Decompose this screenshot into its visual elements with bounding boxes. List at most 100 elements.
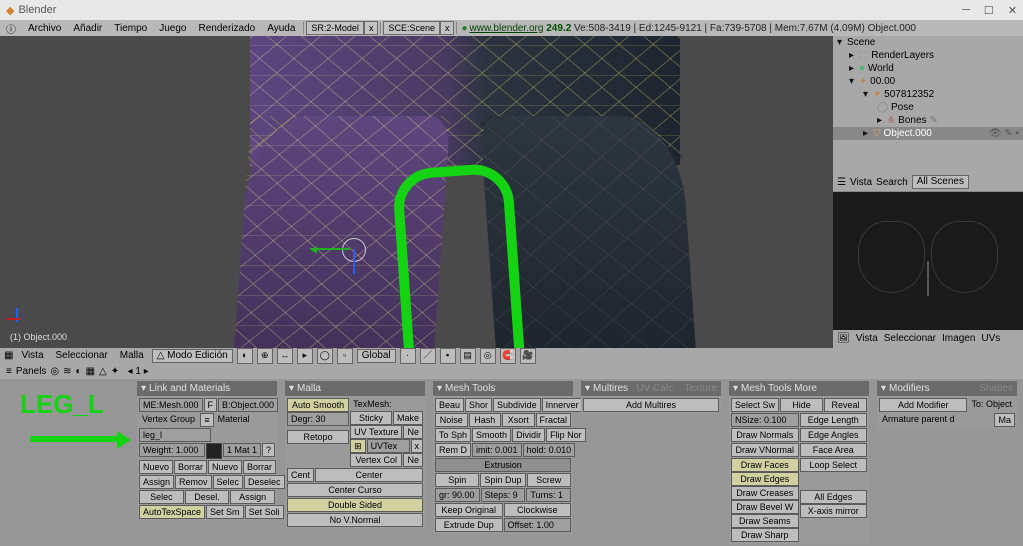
scene-close[interactable]: x (440, 21, 455, 35)
menu-file[interactable]: Archivo (22, 23, 67, 34)
edge-length[interactable]: Edge Length (800, 413, 868, 427)
draw-normals[interactable]: Draw Normals (731, 428, 799, 442)
manipulator[interactable] (330, 226, 380, 276)
turns[interactable]: Turns: 1 (526, 488, 571, 502)
hide[interactable]: Hide (780, 398, 823, 412)
spin[interactable]: Spin (435, 473, 479, 487)
clockwise[interactable]: Clockwise (504, 503, 572, 517)
menu-add[interactable]: Añadir (67, 23, 108, 34)
outliner-object000[interactable]: Object.000 (883, 128, 931, 139)
vcol-new[interactable]: Ne (403, 453, 423, 467)
degr[interactable]: Degr: 30 (287, 412, 349, 426)
ctx-logic-icon[interactable]: ◎ (50, 366, 59, 377)
make-real[interactable]: Ma (994, 413, 1015, 427)
outliner[interactable]: ▾Scene ▸⬚ RenderLayers ▸● World ▾✦ 00.00… (833, 36, 1023, 173)
double-sided[interactable]: Double Sided (287, 498, 423, 512)
autotexspace[interactable]: AutoTexSpace (139, 505, 205, 519)
add-modifier[interactable]: Add Modifier (879, 398, 967, 412)
3d-viewport[interactable]: (1) Object.000 (0, 36, 833, 348)
spindup[interactable]: Spin Dup (480, 473, 525, 487)
outliner-bones[interactable]: Bones (898, 115, 926, 126)
object-name[interactable]: B:Object.000 (218, 398, 278, 412)
extrude-dup[interactable]: Extrude Dup (435, 518, 503, 532)
face-area[interactable]: Face Area (800, 443, 868, 457)
sel-vert-icon[interactable]: · (400, 348, 416, 364)
tosphere[interactable]: To Sph (435, 428, 471, 442)
noise[interactable]: Noise (435, 413, 468, 427)
mat-select[interactable]: Selec (213, 475, 244, 489)
uvtex-new[interactable]: Ne (403, 425, 423, 439)
loop-select[interactable]: Loop Select (800, 458, 868, 472)
screen-selector[interactable]: SR:2-Model (306, 21, 364, 35)
mat-new[interactable]: Nuevo (208, 460, 242, 474)
add-multires[interactable]: Add Multires (583, 398, 719, 412)
sel-face-icon[interactable]: ▪ (440, 348, 456, 364)
snap-icon[interactable]: 🧲 (500, 348, 516, 364)
tab-shapes[interactable]: Shapes (979, 383, 1013, 394)
extrusion-label[interactable]: Extrusion (435, 458, 571, 472)
occlude-icon[interactable]: ▤ (460, 348, 476, 364)
uvtex-active[interactable]: ⊞ (350, 439, 366, 453)
outliner-renderlayers[interactable]: RenderLayers (871, 50, 934, 61)
steps[interactable]: Steps: 9 (481, 488, 526, 502)
outliner-armature[interactable]: 00.00 (870, 76, 895, 87)
frame-field[interactable]: ◂ 1 ▸ (123, 366, 153, 377)
draw-faces[interactable]: Draw Faces (731, 458, 799, 472)
sel-edge-icon[interactable]: ／ (420, 348, 436, 364)
ctx-object-icon[interactable]: ▦ (86, 366, 95, 377)
draw-seams[interactable]: Draw Seams (731, 514, 799, 528)
outliner-search[interactable]: Search (876, 177, 908, 188)
tab-texture[interactable]: Texture (684, 383, 717, 394)
screw[interactable]: Screw (527, 473, 571, 487)
remdoubles[interactable]: Rem D (435, 443, 471, 457)
menu-game[interactable]: Juego (153, 23, 192, 34)
xsort[interactable]: Xsort (502, 413, 535, 427)
outliner-pose[interactable]: Pose (891, 102, 914, 113)
sticky-make[interactable]: Make (393, 411, 423, 425)
draw-vnormals[interactable]: Draw VNormal (731, 443, 799, 457)
uv-select[interactable]: Seleccionar (884, 333, 936, 344)
mat-help[interactable]: ? (262, 443, 275, 457)
uvtex-del[interactable]: x (411, 439, 424, 453)
ctx-script-icon[interactable]: ≋ (63, 366, 71, 377)
menu-help[interactable]: Ayuda (261, 23, 301, 34)
sticky[interactable]: Sticky (350, 411, 392, 425)
manip-toggle[interactable]: ↔ (277, 348, 293, 364)
vgroup-name[interactable]: leg_l (139, 428, 211, 442)
draw-bevel[interactable]: Draw Bevel W (731, 500, 799, 514)
center-new[interactable]: Center (315, 468, 423, 482)
threshold[interactable]: hold: 0.010 (523, 443, 576, 457)
vg-delete[interactable]: Borrar (174, 460, 207, 474)
menu-render[interactable]: Renderizado (193, 23, 262, 34)
short[interactable]: Shor (465, 398, 492, 412)
vg-assign[interactable]: Assign (139, 475, 174, 489)
beauty[interactable]: Beau (435, 398, 464, 412)
outliner-scope[interactable]: All Scenes (912, 175, 969, 189)
manip-scale[interactable]: ▫ (337, 348, 353, 364)
blender-url[interactable]: www.blender.org (470, 23, 544, 34)
mat-preview[interactable] (206, 443, 222, 459)
mode-selector[interactable]: △ Modo Edición (152, 349, 233, 363)
limit[interactable]: imit: 0.001 (472, 443, 522, 457)
min-icon[interactable]: ─ (962, 4, 970, 17)
ctx-scene-icon[interactable]: ✦ (111, 366, 119, 377)
view3d-type-icon[interactable]: ▦ (4, 350, 13, 361)
no-vnormal[interactable]: No V.Normal (287, 513, 423, 527)
propedit-icon[interactable]: ◎ (480, 348, 496, 364)
hash[interactable]: Hash (469, 413, 502, 427)
fractal[interactable]: Fractal (536, 413, 572, 427)
fake-user[interactable]: F (204, 398, 218, 412)
vg-remove[interactable]: Remov (175, 475, 212, 489)
v3d-view[interactable]: Vista (17, 350, 47, 361)
draw-edges[interactable]: Draw Edges (731, 472, 799, 486)
autosmooth[interactable]: Auto Smooth (287, 398, 349, 412)
ctx-edit-icon[interactable]: △ (99, 366, 107, 377)
set-solid[interactable]: Set Soli (245, 505, 284, 519)
draw-sharp[interactable]: Draw Sharp (731, 528, 799, 542)
degrees[interactable]: gr: 90.00 (435, 488, 480, 502)
outliner-type-icon[interactable]: ☰ (837, 177, 846, 188)
vg-desel[interactable]: Desel. (185, 490, 230, 504)
select-swap[interactable]: Select Sw (731, 398, 779, 412)
keep-original[interactable]: Keep Original (435, 503, 503, 517)
vg-new[interactable]: Nuevo (139, 460, 173, 474)
